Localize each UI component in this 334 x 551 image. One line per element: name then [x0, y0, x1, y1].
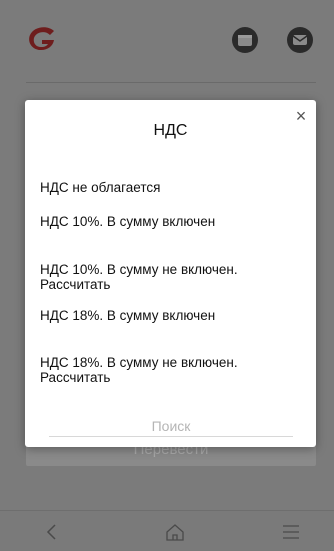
vat-option-10-calculate[interactable]: НДС 10%. В сумму не включен. Рассчитать: [40, 262, 300, 292]
mail-icon: [292, 35, 308, 45]
menu-icon[interactable]: [279, 521, 303, 543]
calendar-icon: [238, 35, 252, 46]
calendar-button[interactable]: [232, 27, 258, 53]
vat-option-18-calculate[interactable]: НДС 18%. В сумму не включен. Рассчитать: [40, 355, 300, 385]
logo-icon: [29, 27, 54, 50]
modal-title: НДС: [153, 122, 188, 139]
vat-option-none[interactable]: НДС не облагается: [40, 180, 300, 195]
chevron-left-icon[interactable]: [40, 521, 64, 543]
mail-button[interactable]: [287, 27, 313, 53]
vat-selection-modal: × НДС НДС не облагается НДС 10%. В сумму…: [25, 100, 316, 447]
divider: [26, 82, 316, 83]
bottom-nav-bar: [0, 510, 334, 551]
vat-option-10-included[interactable]: НДС 10%. В сумму включен: [40, 214, 300, 229]
home-icon[interactable]: [163, 521, 187, 543]
app-header: [0, 0, 334, 70]
search-input[interactable]: [49, 415, 293, 437]
vat-option-18-included[interactable]: НДС 18%. В сумму включен: [40, 308, 300, 323]
